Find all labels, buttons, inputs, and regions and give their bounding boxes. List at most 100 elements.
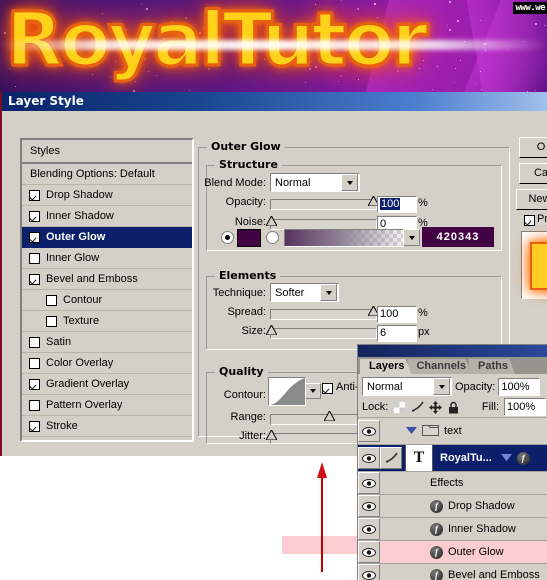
spread-input[interactable]: 100 xyxy=(377,306,417,323)
lock-label: Lock: xyxy=(362,401,388,413)
glow-gradient-radio[interactable] xyxy=(266,231,279,244)
opacity-input[interactable]: 100 xyxy=(377,196,417,213)
lock-transparency-icon[interactable] xyxy=(393,401,406,414)
new-style-button[interactable]: New xyxy=(516,189,547,210)
layer-edit-brush-icon[interactable] xyxy=(380,420,402,442)
gradient-chevron-down-icon[interactable] xyxy=(403,229,420,246)
style-preview-thumbnail xyxy=(521,231,547,299)
tab-layers[interactable]: Layers xyxy=(360,359,411,374)
styles-header: Styles xyxy=(22,140,192,164)
style-checkbox[interactable] xyxy=(29,211,40,222)
opacity-slider[interactable] xyxy=(270,199,377,210)
size-unit: px xyxy=(418,326,430,338)
glow-color-radio[interactable] xyxy=(221,231,234,244)
layer-fx-badge-icon: f xyxy=(517,452,530,465)
chevron-down-icon[interactable] xyxy=(433,378,450,395)
layer-edit-brush-icon[interactable] xyxy=(380,472,402,494)
lock-image-brush-icon[interactable] xyxy=(411,401,424,414)
lock-position-move-icon[interactable] xyxy=(429,401,442,414)
layer-row[interactable]: fBevel and Emboss xyxy=(358,563,547,580)
layer-opacity-input[interactable]: 100% xyxy=(498,378,540,396)
eye-visibility-icon[interactable] xyxy=(358,564,380,580)
layer-label: RoyalTu... xyxy=(440,452,492,464)
layer-edit-brush-icon[interactable] xyxy=(380,447,402,469)
lock-all-padlock-icon[interactable] xyxy=(447,401,460,414)
glow-gradient-preview[interactable] xyxy=(284,229,404,247)
layer-row[interactable]: text xyxy=(358,417,547,444)
annotation-arrow xyxy=(316,462,328,572)
style-checkbox[interactable] xyxy=(29,379,40,390)
style-item-inner-shadow[interactable]: Inner Shadow xyxy=(22,206,192,227)
layer-row[interactable]: fInner Shadow xyxy=(358,517,547,540)
layer-disclosure-triangle-icon[interactable] xyxy=(501,452,512,464)
contour-preview[interactable] xyxy=(268,377,306,406)
watermark: www.we xyxy=(513,2,547,14)
jitter-slider-thumb[interactable] xyxy=(266,430,277,440)
style-item-gradient-overlay[interactable]: Gradient Overlay xyxy=(22,374,192,395)
style-checkbox[interactable] xyxy=(29,274,40,285)
size-slider[interactable] xyxy=(270,328,377,339)
chevron-down-icon[interactable] xyxy=(341,174,358,191)
size-input[interactable]: 6 xyxy=(377,325,417,342)
eye-visibility-icon[interactable] xyxy=(358,541,380,563)
size-slider-thumb[interactable] xyxy=(266,325,277,335)
eye-visibility-icon[interactable] xyxy=(358,447,380,469)
antialiased-checkbox[interactable] xyxy=(322,383,333,394)
layer-edit-brush-icon[interactable] xyxy=(380,495,402,517)
style-checkbox[interactable] xyxy=(29,232,40,243)
palette-title-bar[interactable] xyxy=(358,345,547,357)
layer-label: Outer Glow xyxy=(448,546,504,558)
eye-visibility-icon[interactable] xyxy=(358,472,380,494)
blend-mode-select[interactable]: Normal xyxy=(270,173,360,192)
spread-slider[interactable] xyxy=(270,309,377,320)
style-checkbox[interactable] xyxy=(29,337,40,348)
style-item-label: Drop Shadow xyxy=(46,185,113,205)
layer-row[interactable]: TRoyalTu...f xyxy=(358,444,547,471)
layer-row[interactable]: fOuter Glow xyxy=(358,540,547,563)
style-checkbox[interactable] xyxy=(46,295,57,306)
layer-label: text xyxy=(444,425,462,437)
style-checkbox[interactable] xyxy=(29,400,40,411)
style-checkbox[interactable] xyxy=(46,316,57,327)
disclosure-triangle-icon[interactable] xyxy=(406,425,417,437)
layer-edit-brush-icon[interactable] xyxy=(380,518,402,540)
style-item-inner-glow[interactable]: Inner Glow xyxy=(22,248,192,269)
eye-visibility-icon[interactable] xyxy=(358,518,380,540)
range-slider-thumb[interactable] xyxy=(324,411,335,421)
preview-checkbox[interactable] xyxy=(524,215,535,226)
style-item-satin[interactable]: Satin xyxy=(22,332,192,353)
style-item-stroke[interactable]: Stroke xyxy=(22,416,192,437)
style-checkbox[interactable] xyxy=(29,358,40,369)
layer-row-body: fInner Shadow xyxy=(402,523,547,536)
technique-select[interactable]: Softer xyxy=(270,283,339,302)
ok-button[interactable]: O xyxy=(519,137,547,158)
eye-visibility-icon[interactable] xyxy=(358,420,380,442)
cancel-button[interactable]: Ca xyxy=(519,163,547,184)
style-item-pattern-overlay[interactable]: Pattern Overlay xyxy=(22,395,192,416)
layer-row[interactable]: Effects xyxy=(358,471,547,494)
style-checkbox[interactable] xyxy=(29,421,40,432)
style-item-texture[interactable]: Texture xyxy=(22,311,192,332)
eye-visibility-icon[interactable] xyxy=(358,495,380,517)
fill-input[interactable]: 100% xyxy=(504,398,546,416)
layer-blend-mode-select[interactable]: Normal xyxy=(362,377,452,396)
glow-color-swatch[interactable] xyxy=(237,229,261,247)
layer-edit-brush-icon[interactable] xyxy=(380,564,402,580)
style-checkbox[interactable] xyxy=(29,190,40,201)
tab-paths[interactable]: Paths xyxy=(469,359,515,374)
layer-row[interactable]: fDrop Shadow xyxy=(358,494,547,517)
style-checkbox[interactable] xyxy=(29,253,40,264)
noise-slider-thumb[interactable] xyxy=(266,216,277,226)
layer-edit-brush-icon[interactable] xyxy=(380,541,402,563)
opacity-unit: % xyxy=(418,197,428,209)
style-item-drop-shadow[interactable]: Drop Shadow xyxy=(22,185,192,206)
chevron-down-icon[interactable] xyxy=(320,284,337,301)
style-item-color-overlay[interactable]: Color Overlay xyxy=(22,353,192,374)
tab-channels[interactable]: Channels xyxy=(407,359,473,374)
style-item-label: Gradient Overlay xyxy=(46,374,129,394)
style-item-contour[interactable]: Contour xyxy=(22,290,192,311)
contour-chevron-down-icon[interactable] xyxy=(305,383,321,399)
style-item-outer-glow[interactable]: Outer Glow xyxy=(22,227,192,248)
style-item-blending-options-default[interactable]: Blending Options: Default xyxy=(22,164,192,185)
style-item-bevel-and-emboss[interactable]: Bevel and Emboss xyxy=(22,269,192,290)
